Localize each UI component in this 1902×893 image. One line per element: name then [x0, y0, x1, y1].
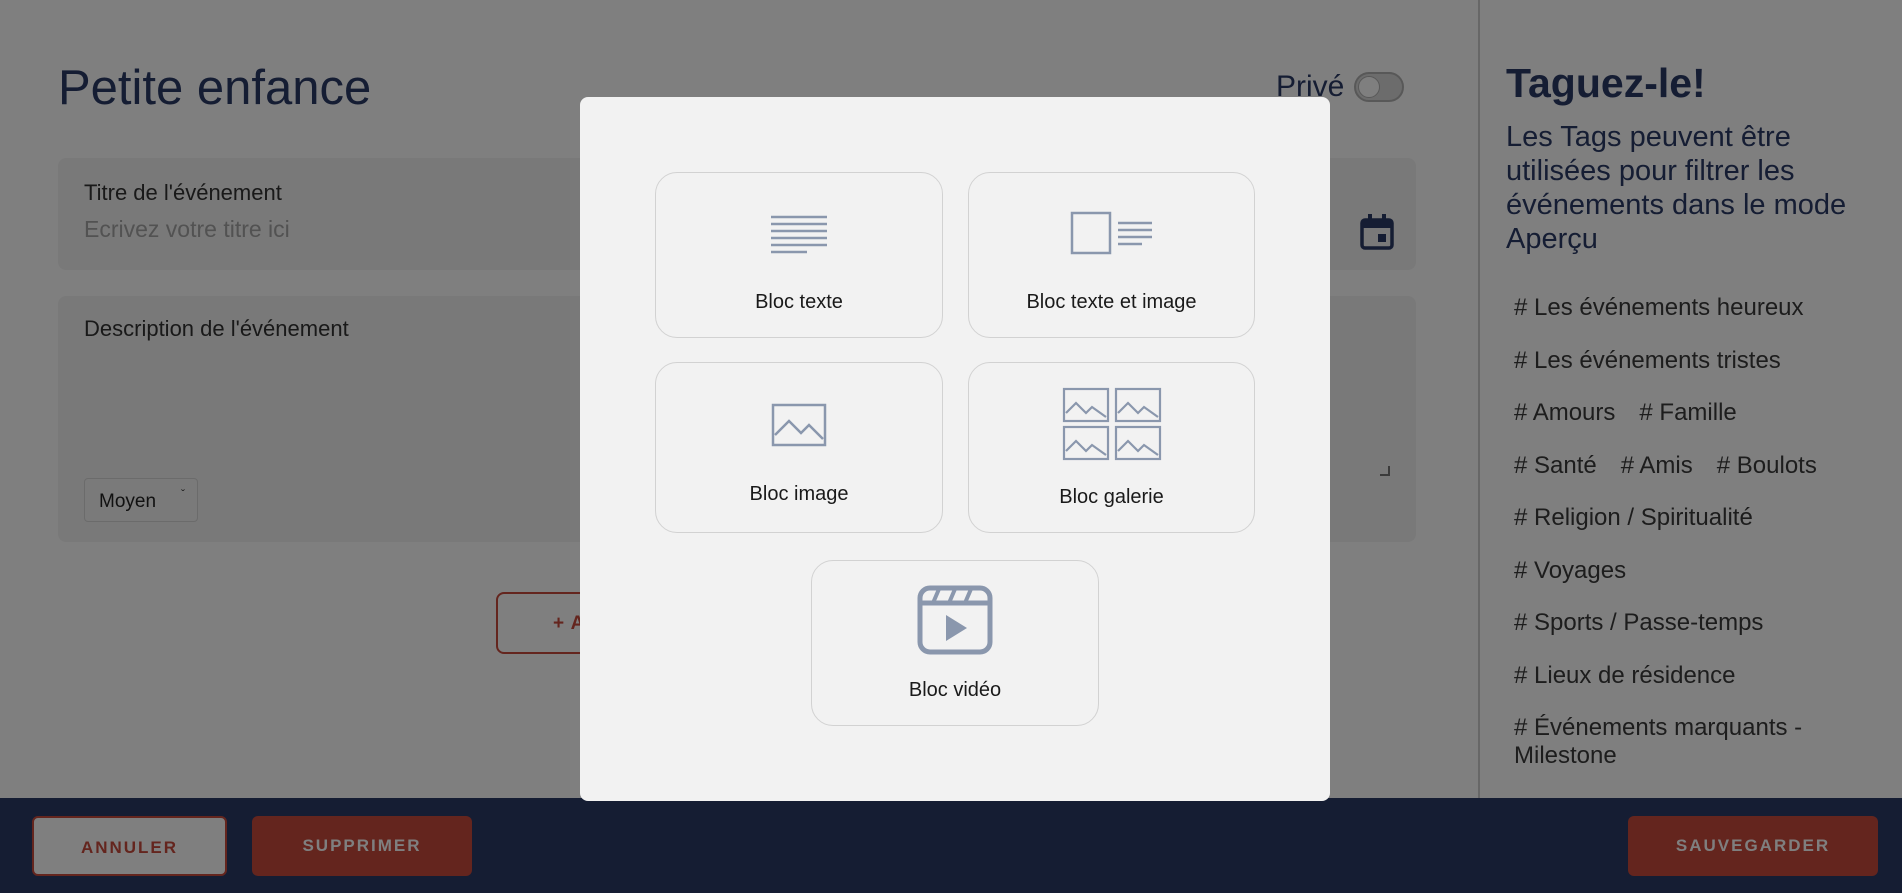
gallery-block-option[interactable]: Bloc galerie [968, 362, 1255, 533]
image-icon [771, 403, 827, 447]
block-picker-modal: Bloc texte Bloc texte et image Bloc imag… [580, 97, 1330, 801]
image-block-option[interactable]: Bloc image [655, 362, 943, 533]
card-label: Bloc texte et image [1026, 291, 1197, 313]
video-icon [917, 585, 993, 655]
text-block-option[interactable]: Bloc texte [655, 172, 943, 338]
video-block-option[interactable]: Bloc vidéo [811, 560, 1099, 726]
text-lines-icon [771, 215, 827, 254]
card-label: Bloc image [749, 483, 849, 505]
card-label: Bloc galerie [1059, 486, 1164, 508]
card-label: Bloc vidéo [908, 679, 1002, 701]
card-label: Bloc texte [755, 291, 843, 313]
text-image-icon [1070, 211, 1152, 255]
gallery-icon [1062, 387, 1161, 461]
text-image-block-option[interactable]: Bloc texte et image [968, 172, 1255, 338]
